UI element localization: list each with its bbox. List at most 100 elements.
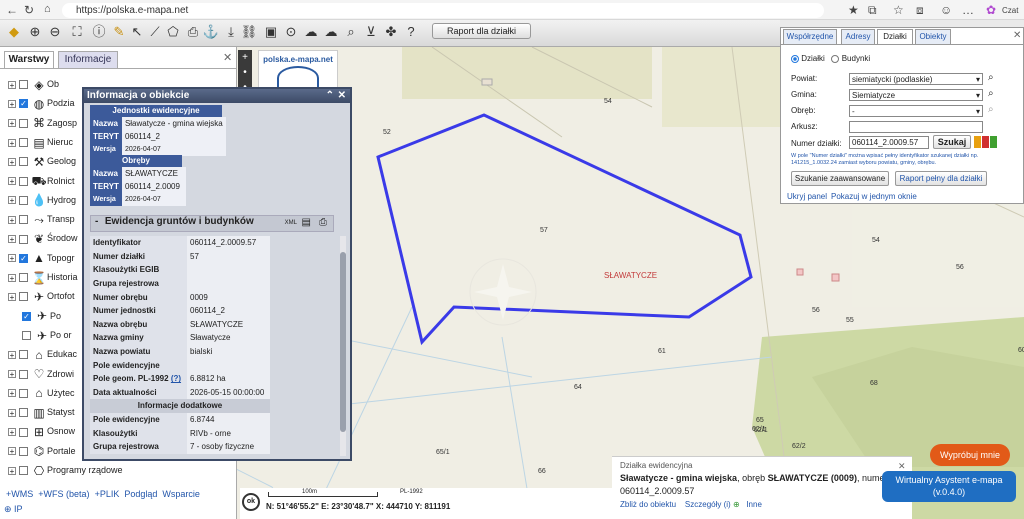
- close-icon[interactable]: ✕: [223, 51, 232, 64]
- collapse-icon[interactable]: -: [95, 216, 98, 227]
- extensions-icon[interactable]: ⧉: [868, 3, 877, 18]
- layer-checkbox[interactable]: [19, 157, 28, 167]
- zoom-plus-icon[interactable]: +: [238, 50, 252, 65]
- layer-item[interactable]: ✓ ✈ Po: [22, 307, 61, 325]
- expand-icon[interactable]: +: [8, 466, 16, 475]
- layer-item[interactable]: + ⌘ Zagosp: [8, 114, 77, 132]
- expand-icon[interactable]: +: [8, 235, 16, 244]
- layer-checkbox[interactable]: [19, 273, 28, 283]
- print-icon[interactable]: ⎙: [319, 217, 327, 228]
- expand-icon[interactable]: +: [8, 119, 16, 128]
- home-icon[interactable]: ⌂: [44, 3, 51, 15]
- layer-item[interactable]: + ⌛Historia: [8, 268, 78, 286]
- profile-icon[interactable]: ☺: [940, 3, 952, 17]
- layer-item[interactable]: + ✓ ▲ Topogr: [8, 249, 75, 267]
- layer-item[interactable]: + ✓ ◍ Podzia: [8, 94, 75, 112]
- egib-section-header[interactable]: - Ewidencja gruntów i budynków XML ▤ ⎙: [90, 215, 334, 232]
- save-icon[interactable]: ▣: [262, 23, 280, 41]
- chat-label[interactable]: Czat: [1002, 6, 1018, 15]
- layer-item[interactable]: + ▥ Statyst: [8, 403, 75, 421]
- search-icon[interactable]: ⌕: [988, 104, 994, 115]
- layer-item[interactable]: + ▤ Nieruc: [8, 133, 73, 151]
- layer-item[interactable]: + ⤳ Transp: [8, 210, 75, 228]
- minimize-icon[interactable]: ⌃: [326, 89, 334, 103]
- xml-icon[interactable]: XML: [285, 220, 297, 226]
- layer-checkbox[interactable]: ✓: [22, 311, 31, 321]
- layer-item[interactable]: + ❦ Środow: [8, 229, 78, 247]
- zoom-step-icon[interactable]: •: [238, 65, 252, 80]
- obreb-select[interactable]: - ▾: [849, 105, 983, 117]
- radio-buildings[interactable]: [831, 54, 840, 63]
- layer-checkbox[interactable]: [19, 118, 28, 128]
- virtual-assistant-button[interactable]: Wirtualny Asystent e-mapa (v.0.4.0): [882, 471, 1016, 502]
- zoom-in-icon[interactable]: ⊕: [26, 23, 44, 41]
- link-icon[interactable]: ⛓: [240, 23, 258, 41]
- layer-checkbox[interactable]: [19, 388, 28, 398]
- help-link[interactable]: (?): [171, 374, 181, 383]
- layer-checkbox[interactable]: [22, 331, 31, 341]
- tab-addresses[interactable]: Adresy: [841, 29, 875, 44]
- powiat-select[interactable]: siemiatycki (podlaskie) ▾: [849, 73, 983, 85]
- expand-icon[interactable]: +: [8, 292, 16, 301]
- expand-icon[interactable]: +: [8, 408, 16, 417]
- ip-indicator[interactable]: ⊕ IP: [4, 504, 23, 515]
- expand-icon[interactable]: +: [8, 370, 16, 379]
- refresh-icon[interactable]: ↻: [24, 3, 34, 17]
- print-icon[interactable]: ⎙: [184, 23, 202, 41]
- download-icon[interactable]: ⤓: [222, 23, 240, 41]
- table-icon[interactable]: ▤: [302, 217, 311, 228]
- egib-scroll[interactable]: Identyfikator 060114_2.0009.57 Numer dzia…: [90, 236, 270, 460]
- layer-checkbox[interactable]: [19, 292, 28, 302]
- wms-link[interactable]: +WMS: [6, 489, 33, 499]
- preview-link[interactable]: Podgląd: [124, 489, 157, 499]
- layer-checkbox[interactable]: [19, 446, 28, 456]
- question-icon[interactable]: ?: [402, 23, 420, 41]
- layer-checkbox[interactable]: [19, 215, 28, 225]
- advanced-search-button[interactable]: Szukanie zaawansowane: [791, 171, 889, 186]
- measure-line-icon[interactable]: ⟋: [146, 23, 164, 41]
- arkusz-input[interactable]: [849, 121, 983, 133]
- layer-checkbox[interactable]: [19, 427, 28, 437]
- full-report-button[interactable]: Raport pełny dla działki: [895, 171, 987, 186]
- layer-checkbox[interactable]: ✓: [19, 253, 28, 263]
- parcel-outline[interactable]: [376, 113, 753, 346]
- expand-icon[interactable]: +: [8, 428, 16, 437]
- report-button[interactable]: Raport dla działki: [432, 23, 531, 39]
- map-pin-icon[interactable]: ⊙: [282, 23, 300, 41]
- layer-item[interactable]: + ⚒ Geolog: [8, 152, 76, 170]
- cart-icon[interactable]: ⊻: [362, 23, 380, 41]
- layer-checkbox[interactable]: [19, 80, 28, 90]
- one-window-link[interactable]: Pokazuj w jednym oknie: [831, 192, 917, 201]
- numer-input[interactable]: 060114_2.0009.57: [849, 136, 929, 149]
- layer-checkbox[interactable]: [19, 195, 28, 205]
- gmina-select[interactable]: Siemiatycze ▾: [849, 89, 983, 101]
- layer-item[interactable]: + ⌬ Portale: [8, 442, 76, 460]
- layer-checkbox[interactable]: [19, 138, 28, 148]
- layer-item[interactable]: + ⊞ Osnow: [8, 422, 75, 440]
- cloud-download-icon[interactable]: ☁: [322, 23, 340, 41]
- compass-icon[interactable]: ✤: [382, 23, 400, 41]
- info-icon[interactable]: ⓘ: [90, 23, 108, 41]
- layer-item[interactable]: + ◈ Ob: [8, 75, 59, 93]
- wfs-link[interactable]: +WFS (beta): [38, 489, 89, 499]
- copilot-icon[interactable]: ✿: [986, 3, 996, 17]
- close-icon[interactable]: ✕: [338, 89, 346, 103]
- address-bar[interactable]: https://polska.e-mapa.net: [62, 3, 824, 18]
- radio-parcels[interactable]: [791, 54, 799, 63]
- search-icon[interactable]: ⌕: [988, 88, 994, 99]
- layer-item[interactable]: + ⛟Rolnict: [8, 172, 75, 190]
- search-button[interactable]: Szukaj: [933, 135, 971, 149]
- tab-coordinates[interactable]: Współrzędne: [783, 29, 837, 44]
- zoom-out-icon[interactable]: ⊖: [46, 23, 64, 41]
- more-icon[interactable]: …: [962, 3, 974, 17]
- expand-icon[interactable]: +: [8, 215, 16, 224]
- layer-checkbox[interactable]: [19, 176, 28, 186]
- layer-checkbox[interactable]: [19, 466, 28, 476]
- expand-icon[interactable]: +: [8, 254, 16, 263]
- color-swatch-red[interactable]: [982, 136, 989, 148]
- layer-checkbox[interactable]: [19, 408, 28, 418]
- full-extent-icon[interactable]: ⛶: [68, 23, 86, 41]
- search-icon[interactable]: ⌕: [342, 23, 360, 41]
- add-icon[interactable]: ⊕: [733, 500, 740, 509]
- cloud-upload-icon[interactable]: ☁: [302, 23, 320, 41]
